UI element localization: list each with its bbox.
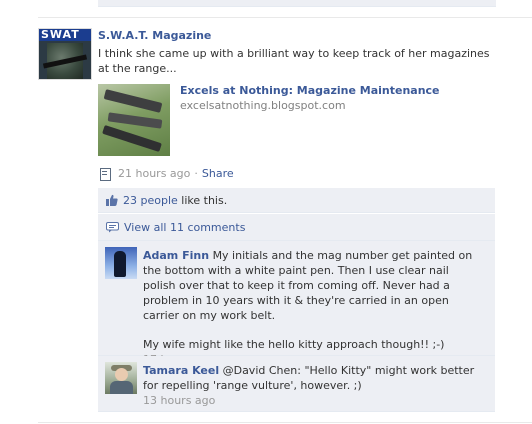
post-timestamp-link[interactable]: 21 hours ago <box>118 167 190 180</box>
previous-post-footer <box>98 0 496 7</box>
thumbs-up-icon <box>106 194 118 206</box>
commenter-avatar[interactable] <box>105 362 137 394</box>
attachment-title-link[interactable]: Excels at Nothing: Magazine Maintenance <box>180 84 440 97</box>
attachment-domain: excelsatnothing.blogspot.com <box>180 99 346 112</box>
post-author-link[interactable]: S.W.A.T. Magazine <box>98 29 211 42</box>
page-avatar[interactable]: SWAT <box>38 28 92 80</box>
post-meta: 21 hours ago · Share <box>98 167 234 181</box>
story-divider <box>38 17 532 18</box>
magazine-shape <box>107 112 163 129</box>
likes-people-link[interactable]: 23 people <box>123 194 178 207</box>
meta-separator: · <box>194 167 198 180</box>
likes-text: 23 people like this. <box>123 194 227 207</box>
comment-paragraph: Tamara Keel @David Chen: "Hello Kitty" m… <box>143 363 483 393</box>
story-divider <box>38 422 532 423</box>
shirt-shape <box>110 381 133 394</box>
note-icon <box>98 167 112 181</box>
view-all-comments-link[interactable]: View all 11 comments <box>124 221 245 234</box>
comment-item: Adam Finn My initials and the mag number… <box>98 241 495 366</box>
likes-suffix: like this. <box>177 194 228 207</box>
comment-body: Adam Finn My initials and the mag number… <box>143 248 483 367</box>
comment-author-link[interactable]: Adam Finn <box>143 249 209 262</box>
magazine-shape <box>102 124 162 153</box>
face-shape <box>115 368 128 381</box>
comment-text-2: My wife might like the hello kitty appro… <box>143 338 445 351</box>
comment-author-link[interactable]: Tamara Keel <box>143 364 219 377</box>
comment-bubble-icon <box>106 222 119 233</box>
silhouette-shape <box>114 251 126 277</box>
share-link[interactable]: Share <box>202 167 234 180</box>
comment-timestamp[interactable]: 13 hours ago <box>143 393 483 408</box>
comment-body: Tamara Keel @David Chen: "Hello Kitty" m… <box>143 363 483 408</box>
likes-bar: 23 people like this. <box>98 188 495 213</box>
comment-paragraph: Adam Finn My initials and the mag number… <box>143 248 483 323</box>
commenter-avatar[interactable] <box>105 247 137 279</box>
avatar-masthead-text: SWAT <box>41 28 80 41</box>
magazine-shape <box>103 89 163 113</box>
post-text: I think she came up with a brilliant way… <box>98 47 490 75</box>
comment-item: Tamara Keel @David Chen: "Hello Kitty" m… <box>98 356 495 412</box>
view-all-comments-bar[interactable]: View all 11 comments <box>98 214 495 241</box>
attachment-thumbnail[interactable] <box>98 84 170 156</box>
